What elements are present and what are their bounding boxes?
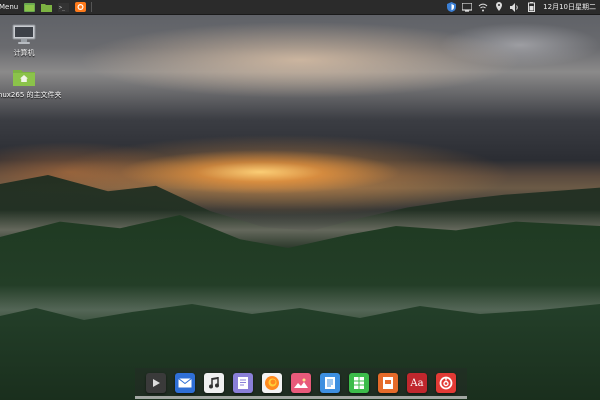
music-icon[interactable] [204,373,224,393]
network-icon[interactable] [478,2,488,12]
mail-icon[interactable] [175,373,195,393]
terminal-icon[interactable]: >_ [58,2,70,12]
netease-music-icon[interactable] [436,373,456,393]
calc-icon[interactable] [349,373,369,393]
svg-text:>_: >_ [59,5,66,11]
menu-button[interactable]: Menu [0,0,21,14]
folder-icon[interactable] [41,2,53,12]
dictionary-icon[interactable]: Aa [407,373,427,393]
top-panel: Menu >_ 12月10日星期二 [0,0,600,15]
location-icon[interactable] [494,2,504,12]
writer-icon[interactable] [320,373,340,393]
text-editor-icon[interactable] [233,373,253,393]
clock[interactable]: 12月10日星期二 [543,2,596,12]
files-icon[interactable] [24,2,36,12]
computer-icon [12,24,36,46]
dock: Aa [135,368,467,398]
firefox-icon[interactable] [262,373,282,393]
desktop-background: Menu >_ 12月10日星期二 计算机 linux265 的主文件夹 Aa [0,0,600,400]
desktop-icon-label: 计算机 [13,49,35,57]
media-player-icon[interactable] [146,373,166,393]
battery-icon[interactable] [526,2,536,12]
display-icon[interactable] [462,2,473,12]
dock-indicator-bar [135,396,467,399]
volume-icon[interactable] [510,2,520,12]
desktop-icon-home-folder[interactable]: linux265 的主文件夹 [0,66,62,100]
desktop-icon-label: linux265 的主文件夹 [0,91,62,99]
firefox-icon[interactable] [75,2,87,12]
panel-separator [91,2,93,12]
home-folder-icon [12,66,36,88]
impress-icon[interactable] [378,373,398,393]
desktop-icon-computer[interactable]: 计算机 [0,24,54,58]
shield-icon[interactable] [446,2,456,12]
dictionary-icon-text: Aa [410,377,424,389]
image-viewer-icon[interactable] [291,373,311,393]
